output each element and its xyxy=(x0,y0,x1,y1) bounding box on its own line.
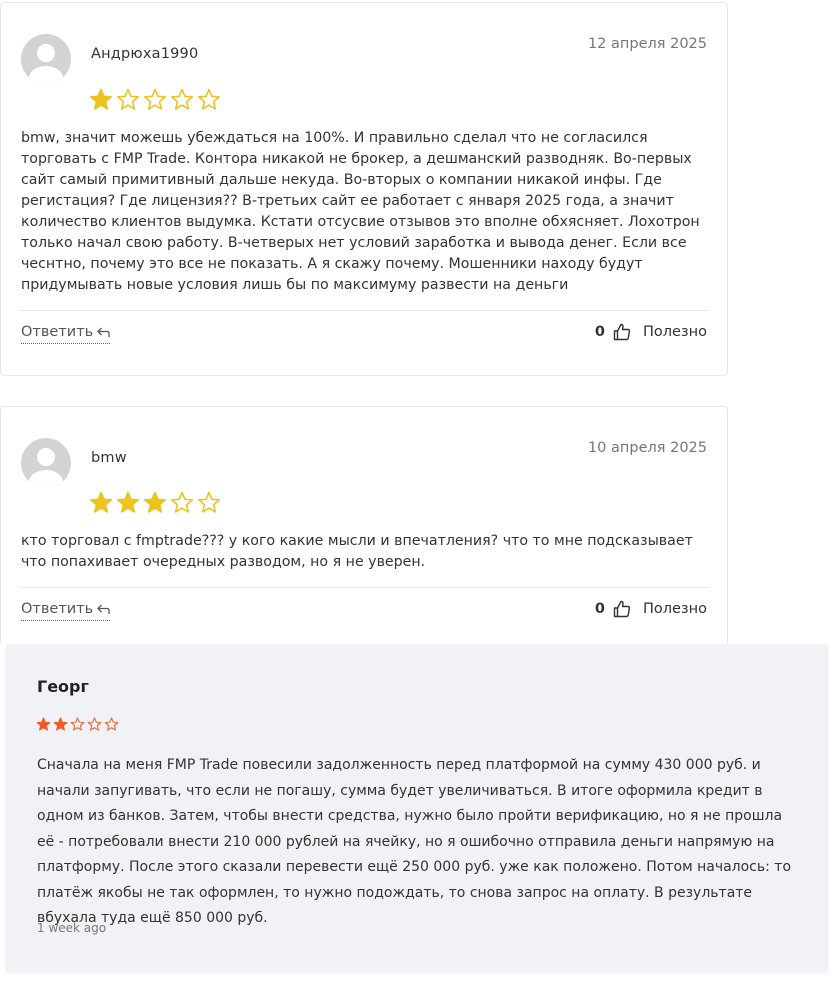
review-text: bmw, значит можешь убеждаться на 100%. И… xyxy=(21,130,700,293)
star-rating xyxy=(89,88,221,112)
star-outline-icon xyxy=(70,717,85,731)
reply-label: Ответить xyxy=(21,324,94,340)
divider xyxy=(21,587,709,588)
vote-count: 0 xyxy=(594,601,605,617)
reply-arrow-icon xyxy=(97,604,110,614)
thumbs-up-icon[interactable] xyxy=(613,600,631,618)
useful-button[interactable]: Полезно xyxy=(643,324,707,340)
star-outline-icon xyxy=(197,491,221,513)
star-filled-icon xyxy=(116,491,140,513)
review-author: Георг xyxy=(37,677,89,696)
avatar-placeholder-icon xyxy=(29,448,63,488)
review-author: Андрюха1990 xyxy=(91,46,199,62)
review-time: 1 week ago xyxy=(37,921,107,935)
review-text: кто торговал с fmptrade??? у кого какие … xyxy=(21,533,693,570)
thumbs-up-icon[interactable] xyxy=(613,323,631,341)
star-outline-icon xyxy=(170,491,194,513)
star-rating xyxy=(36,717,119,732)
avatar xyxy=(21,34,71,84)
star-filled-icon xyxy=(36,717,51,731)
star-rating xyxy=(89,491,221,515)
star-outline-icon xyxy=(104,717,119,731)
review-text: Сначала на меня FMP Trade повесили задол… xyxy=(37,757,792,926)
star-outline-icon xyxy=(87,717,102,731)
vote-count: 0 xyxy=(594,324,605,340)
reply-button[interactable]: Ответить xyxy=(21,324,111,344)
reply-button[interactable]: Ответить xyxy=(21,601,111,621)
vote-area: 0 Полезно xyxy=(595,323,707,341)
star-filled-icon xyxy=(143,491,167,513)
review-date: 12 апреля 2025 xyxy=(587,36,707,52)
review-author: bmw xyxy=(91,450,127,466)
star-filled-icon xyxy=(89,88,113,110)
review-card: bmw 10 апреля 2025 кто торговал с fmptra… xyxy=(0,406,728,646)
review-date: 10 апреля 2025 xyxy=(587,440,707,456)
star-filled-icon xyxy=(89,491,113,513)
star-outline-icon xyxy=(143,88,167,110)
useful-button[interactable]: Полезно xyxy=(643,601,707,617)
star-outline-icon xyxy=(116,88,140,110)
avatar xyxy=(21,438,71,488)
reply-arrow-icon xyxy=(97,327,110,337)
star-outline-icon xyxy=(197,88,221,110)
reply-label: Ответить xyxy=(21,601,94,617)
divider xyxy=(21,310,709,311)
review-card: Андрюха1990 12 апреля 2025 bmw, значит м… xyxy=(0,2,728,376)
star-outline-icon xyxy=(170,88,194,110)
vote-area: 0 Полезно xyxy=(595,600,707,618)
star-filled-icon xyxy=(53,717,68,731)
reviews-page: Андрюха1990 12 апреля 2025 bmw, значит м… xyxy=(0,0,836,984)
avatar-placeholder-icon xyxy=(29,44,63,84)
third-review-card: Георг Сначала на меня FMP Trade повесили… xyxy=(6,644,828,972)
